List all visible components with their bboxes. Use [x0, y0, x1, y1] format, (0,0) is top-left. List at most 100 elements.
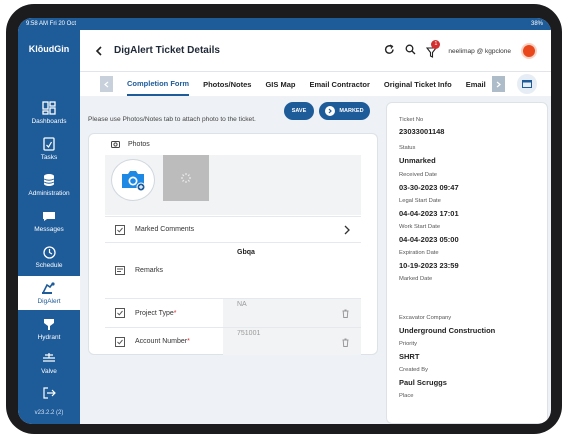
avatar[interactable] [521, 43, 537, 59]
hydrant-icon [41, 317, 57, 331]
page-header: DigAlert Ticket Details 1 neelimap @ kgp… [80, 30, 551, 72]
remarks-value[interactable]: Gbqa [237, 249, 255, 256]
sidebar-item-label: Tasks [40, 154, 58, 161]
detail-created-by: Created By Paul Scruggs [399, 367, 544, 387]
dashboard-icon [41, 101, 57, 115]
sidebar-item-messages[interactable]: Messages [18, 204, 80, 238]
tab-completion-form[interactable]: Completion Form [127, 73, 190, 96]
detail-ticket-no: Ticket No 23033001148 [399, 117, 544, 136]
sidebar-item-label: Messages [34, 226, 64, 233]
detail-key: Excavator Company [399, 315, 452, 321]
detail-place: Place [399, 393, 544, 404]
detail-received-date: Received Date 03-30-2023 09:47 [399, 172, 544, 192]
tablet-frame: 9:58 AM Fri 20 Oct 38% KlōudGin Dashboar… [6, 4, 562, 434]
photos-header: Photos [111, 140, 150, 148]
photos-label: Photos [128, 140, 150, 148]
trash-icon[interactable] [341, 308, 349, 318]
tabs-scroll-left[interactable] [100, 76, 113, 92]
detail-key: Place [399, 393, 414, 399]
detail-key: Expiration Date [399, 250, 439, 256]
save-button[interactable]: SAVE [284, 102, 314, 120]
tasks-icon [41, 137, 57, 151]
detail-legal-start-date: Legal Start Date 04-04-2023 17:01 [399, 198, 544, 218]
add-photo-button[interactable] [111, 159, 155, 201]
detail-work-start-date: Work Start Date 04-04-2023 05:00 [399, 224, 544, 244]
detail-value: 04-04-2023 17:01 [399, 209, 459, 218]
chevron-left-icon [104, 81, 109, 87]
detail-value: Paul Scruggs [399, 378, 447, 387]
notification-badge: 1 [431, 40, 441, 49]
detail-value: Unmarked [399, 156, 436, 165]
window-icon [521, 80, 532, 88]
chevron-right-icon [496, 81, 501, 87]
detail-priority: Priority SHRT [399, 341, 544, 361]
detail-value: 03-30-2023 09:47 [399, 183, 459, 192]
logout-button[interactable] [18, 382, 80, 404]
marked-comments-row[interactable]: Marked Comments [105, 216, 361, 242]
detail-key: Ticket No [399, 117, 424, 123]
sidebar-item-digalert[interactable]: DigAlert [18, 276, 80, 310]
required-mark: * [173, 309, 177, 317]
sidebar: KlōudGin Dashboards Tasks Administration… [18, 30, 80, 424]
sidebar-item-valve[interactable]: Valve [18, 346, 80, 380]
sidebar-item-label: Administration [28, 190, 70, 197]
tab-bar: Completion Form Photos/Notes GIS Map Ema… [80, 72, 551, 96]
photo-thumbnail[interactable] [163, 155, 209, 201]
ticket-details-panel: Ticket No 23033001148 Status Unmarked Re… [386, 102, 548, 424]
sidebar-item-schedule[interactable]: Schedule [18, 240, 80, 274]
user-name: neelimap @ kgpclone [448, 47, 511, 55]
header-actions: 1 neelimap @ kgpclone [384, 40, 537, 60]
tab-gis-map[interactable]: GIS Map [265, 74, 295, 95]
tab-email-contractor[interactable]: Email Contractor [309, 74, 369, 95]
detail-value: 04-04-2023 05:00 [399, 235, 459, 244]
sidebar-item-label: Valve [41, 368, 57, 375]
app-version: v23.2.2 (2) [34, 410, 64, 416]
status-bar: 9:58 AM Fri 20 Oct 38% [18, 18, 551, 30]
chevron-left-icon [95, 45, 102, 56]
detail-status: Status Unmarked [399, 145, 544, 165]
detail-value: 23033001148 [399, 127, 445, 136]
search-button[interactable] [405, 42, 416, 60]
sidebar-item-label: Hydrant [37, 334, 61, 341]
sidebar-item-administration[interactable]: Administration [18, 168, 80, 202]
sidebar-item-dashboards[interactable]: Dashboards [18, 96, 80, 130]
tab-original-ticket-info[interactable]: Original Ticket Info [384, 74, 452, 95]
account-number-label: Account Number* [135, 338, 190, 345]
camera-icon [111, 141, 120, 148]
refresh-button[interactable] [384, 42, 395, 60]
database-icon [41, 173, 57, 187]
back-button[interactable] [92, 44, 106, 58]
loading-spinner-icon [181, 173, 191, 183]
detail-value: SHRT [399, 352, 420, 361]
account-number-label-text: Account Number [135, 338, 188, 345]
detail-key: Legal Start Date [399, 198, 441, 204]
trash-icon[interactable] [341, 337, 349, 347]
battery-indicator: 38% [530, 21, 543, 27]
valve-icon [41, 351, 57, 365]
detail-value: Underground Construction [399, 326, 496, 335]
marked-button[interactable]: MARKED [319, 102, 370, 120]
app-logo: KlōudGin [28, 44, 70, 54]
sidebar-item-tasks[interactable]: Tasks [18, 132, 80, 166]
project-type-label: Project Type* [135, 310, 177, 317]
sidebar-item-hydrant[interactable]: Hydrant [18, 312, 80, 346]
tabs-scroll-right[interactable] [491, 76, 505, 92]
detail-key: Created By [399, 367, 428, 373]
detail-key: Priority [399, 341, 418, 347]
detail-marked-date: Marked Date [399, 276, 544, 287]
add-camera-icon [122, 171, 146, 191]
view-toggle-button[interactable] [516, 74, 537, 94]
checkbox-icon [113, 336, 127, 347]
detail-key: Marked Date [399, 276, 433, 282]
photo-area [105, 155, 361, 215]
required-mark: * [187, 338, 190, 345]
note-icon [113, 266, 127, 275]
status-time: 9:58 AM Fri 20 Oct [26, 21, 77, 27]
sidebar-item-label: Schedule [35, 262, 63, 269]
filter-button[interactable]: 1 [426, 40, 441, 58]
page-title: DigAlert Ticket Details [114, 45, 220, 56]
chevron-right-icon [344, 225, 350, 235]
tab-email[interactable]: Email [466, 74, 486, 95]
tab-photos-notes[interactable]: Photos/Notes [203, 74, 251, 95]
remarks-row: Remarks Gbqa [105, 242, 361, 298]
